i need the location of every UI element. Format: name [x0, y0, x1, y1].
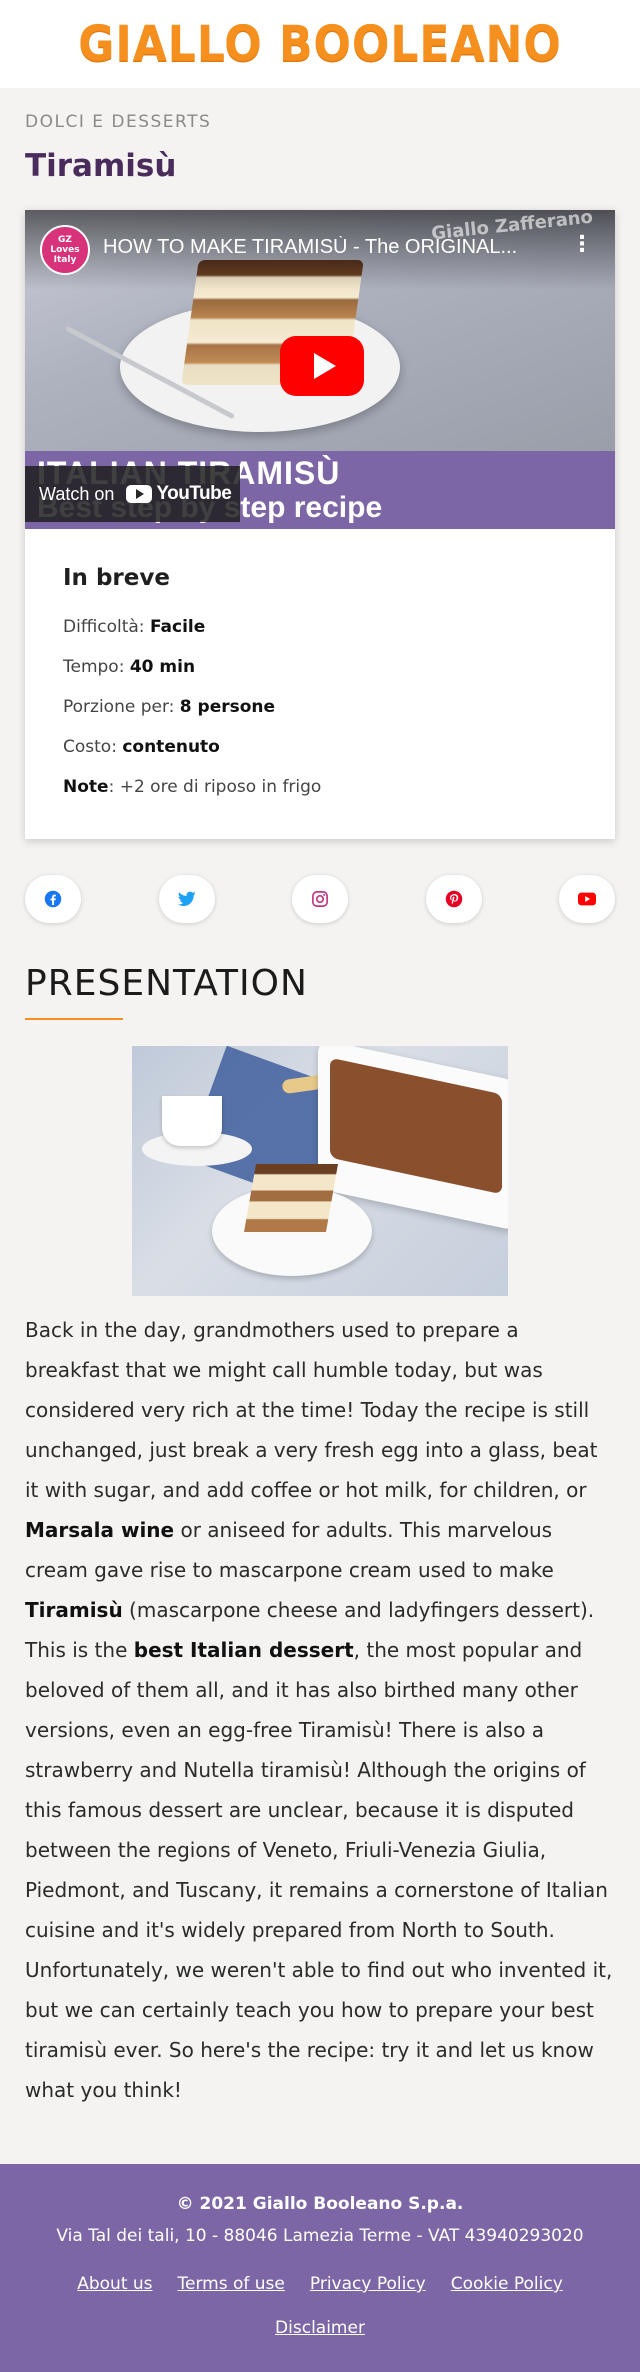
youtube-logo: YouTube — [126, 483, 232, 505]
brief-label: Difficoltà: — [63, 617, 145, 637]
more-options-icon[interactable]: ⋮ — [571, 234, 593, 256]
pinterest-icon — [445, 890, 463, 908]
facebook-icon — [44, 890, 62, 908]
footer-address: Via Tal dei tali, 10 - 88046 Lamezia Ter… — [56, 2226, 584, 2246]
youtube-play-icon — [126, 485, 153, 503]
article-highlight: Marsala wine — [25, 1518, 175, 1542]
footer-link-terms[interactable]: Terms of use — [178, 2262, 285, 2306]
brief-label: Costo: — [63, 737, 117, 757]
section-title: PRESENTATION — [25, 963, 308, 1004]
article-text: Back in the day, grandmothers used to pr… — [25, 1318, 598, 1502]
article-highlight: Tiramisù — [25, 1598, 123, 1622]
video-embed[interactable]: GZ Loves Italy HOW TO MAKE TIRAMISÙ - Th… — [25, 210, 615, 529]
brief-label: Porzione per: — [63, 697, 175, 717]
page-title: Tiramisù — [25, 148, 177, 184]
brief-value: Facile — [149, 617, 206, 637]
youtube-icon — [578, 890, 596, 908]
footer-copyright: © 2021 Giallo Booleano S.p.a. — [176, 2194, 464, 2214]
note-label: Note — [63, 777, 109, 797]
instagram-icon — [311, 890, 329, 908]
brief-servings: Porzione per: 8 persone — [63, 697, 577, 717]
main-content: DOLCI E DESSERTS Tiramisù GZ Loves Italy… — [0, 112, 640, 2110]
channel-avatar[interactable]: GZ Loves Italy — [40, 225, 90, 275]
twitter-share-button[interactable] — [158, 875, 215, 923]
brief-value: contenuto — [122, 737, 220, 757]
site-header: GIALLO BOOLEANO — [0, 0, 640, 88]
twitter-icon — [177, 890, 196, 908]
watch-on-label: Watch on — [39, 483, 115, 504]
brief-time: Tempo: 40 min — [63, 657, 577, 677]
watch-on-youtube-button[interactable]: Watch on YouTube — [25, 466, 240, 522]
article-paragraph: Back in the day, grandmothers used to pr… — [25, 1310, 615, 2110]
site-footer: © 2021 Giallo Booleano S.p.a. Via Tal de… — [0, 2164, 640, 2372]
tiramisu-photo — [132, 1046, 508, 1296]
recipe-card: GZ Loves Italy HOW TO MAKE TIRAMISÙ - Th… — [25, 210, 615, 839]
footer-link-disclaimer[interactable]: Disclaimer — [275, 2306, 365, 2350]
footer-link-cookie[interactable]: Cookie Policy — [451, 2262, 563, 2306]
play-icon[interactable] — [280, 336, 364, 396]
footer-link-about[interactable]: About us — [77, 2262, 152, 2306]
note-value: : +2 ore di riposo in frigo — [108, 777, 322, 797]
brief-label: Tempo: — [63, 657, 125, 677]
article-highlight: best Italian dessert — [133, 1638, 354, 1662]
footer-links: About us Terms of use Privacy Policy Coo… — [20, 2262, 620, 2350]
instagram-share-button[interactable] — [292, 875, 348, 923]
recipe-brief: In breve Difficoltà: Facile Tempo: 40 mi… — [25, 529, 615, 839]
site-logo[interactable]: GIALLO BOOLEANO — [78, 15, 562, 72]
facebook-share-button[interactable] — [25, 875, 81, 923]
brief-note: Note: +2 ore di riposo in frigo — [63, 777, 577, 797]
footer-link-privacy[interactable]: Privacy Policy — [310, 2262, 426, 2306]
pinterest-share-button[interactable] — [425, 875, 482, 923]
brief-value: 40 min — [129, 657, 196, 677]
tiramisu-slice-image — [244, 1164, 338, 1232]
coffee-cup-image — [162, 1096, 222, 1146]
brief-value: 8 persone — [179, 697, 276, 717]
category-label[interactable]: DOLCI E DESSERTS — [25, 112, 615, 132]
youtube-share-button[interactable] — [559, 875, 615, 923]
brief-title: In breve — [63, 565, 170, 591]
section-divider — [25, 1018, 123, 1020]
brief-cost: Costo: contenuto — [63, 737, 577, 757]
brief-difficulty: Difficoltà: Facile — [63, 617, 577, 637]
youtube-label: YouTube — [156, 483, 232, 504]
article-text: , the most popular and beloved of them a… — [25, 1638, 613, 2102]
social-share-bar — [25, 875, 615, 923]
